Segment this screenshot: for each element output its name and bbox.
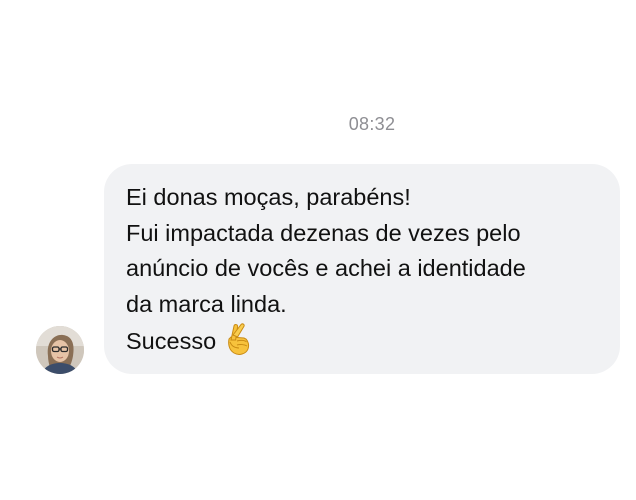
message-line-5-text: Sucesso: [126, 328, 217, 354]
sender-avatar[interactable]: [36, 326, 84, 374]
crossed-fingers-icon: [222, 322, 252, 356]
message-line-2: Fui impactada dezenas de vezes pelo: [126, 219, 521, 246]
message-timestamp: 08:32: [348, 114, 396, 134]
message-line-5: Sucesso: [126, 322, 600, 360]
message-line-4: da marca linda.: [126, 290, 287, 317]
message-line-1: Ei donas moças, parabéns!: [126, 184, 411, 210]
message-line-3: anúncio de vocês e achei a identidade: [126, 255, 526, 281]
message-bubble[interactable]: Ei donas moças, parabéns! Fui impactada …: [104, 164, 620, 374]
avatar-photo: [36, 326, 84, 374]
